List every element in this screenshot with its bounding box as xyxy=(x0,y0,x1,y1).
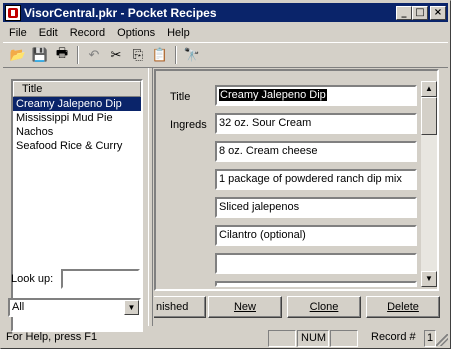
window-title: VisorCentral.pkr - Pocket Recipes xyxy=(24,5,217,20)
status-pane-empty xyxy=(330,330,358,347)
cut-icon[interactable]: ✂ xyxy=(105,45,127,65)
lookup-label: Look up: xyxy=(11,273,54,285)
ingredient-field[interactable] xyxy=(215,281,417,287)
menu-help[interactable]: Help xyxy=(161,27,196,39)
status-pane-empty xyxy=(268,330,296,347)
save-icon[interactable]: 💾 xyxy=(29,45,51,65)
panel-splitter[interactable] xyxy=(148,68,153,326)
list-item[interactable]: Seafood Rice & Curry xyxy=(13,139,141,153)
ingredients-label: Ingreds xyxy=(170,119,207,131)
title-field[interactable]: Creamy Jalepeno Dip xyxy=(215,85,417,106)
new-button-label: New xyxy=(233,301,256,313)
ingredient-field[interactable]: Sliced jalepenos xyxy=(215,197,417,218)
new-button[interactable]: New xyxy=(208,296,282,318)
status-help-text: For Help, press F1 xyxy=(6,331,98,343)
list-item[interactable]: Nachos xyxy=(13,125,141,139)
toolbar-separator xyxy=(175,46,177,64)
recipe-detail-panel: Title Creamy Jalepeno Dip Ingreds 32 oz.… xyxy=(154,69,439,291)
title-bar[interactable]: VisorCentral.pkr - Pocket Recipes _ □ × xyxy=(3,3,448,22)
app-icon[interactable] xyxy=(5,4,21,21)
ingredient-field[interactable]: 1 package of powdered ranch dip mix xyxy=(215,169,417,190)
close-button[interactable]: × xyxy=(430,5,446,20)
copy-icon[interactable]: ⎘ xyxy=(127,45,149,65)
scroll-down-icon[interactable]: ▼ xyxy=(421,271,437,287)
clone-button[interactable]: Clone xyxy=(287,296,361,318)
detail-scrollbar[interactable]: ▲ ▼ xyxy=(421,81,437,287)
minimize-button[interactable]: _ xyxy=(396,5,412,20)
menu-edit[interactable]: Edit xyxy=(33,27,64,39)
clone-button-label: Clone xyxy=(309,301,339,313)
toolbar-separator xyxy=(77,46,79,64)
scroll-thumb[interactable] xyxy=(421,97,437,135)
find-icon[interactable]: 🔭 xyxy=(181,45,203,65)
category-selected-value: All xyxy=(12,301,25,313)
status-num: NUM xyxy=(297,330,329,347)
status-bar: For Help, press F1 NUM Record # 1 xyxy=(3,329,449,347)
menu-options[interactable]: Options xyxy=(111,27,161,39)
resize-grip-icon[interactable] xyxy=(436,334,448,346)
menu-record[interactable]: Record xyxy=(64,27,111,39)
lookup-input[interactable] xyxy=(61,269,140,289)
open-folder-icon[interactable]: 📂 xyxy=(7,45,29,65)
maximize-button[interactable]: □ xyxy=(412,5,428,20)
title-label: Title xyxy=(170,91,191,103)
chevron-down-icon[interactable]: ▼ xyxy=(124,300,139,315)
recipe-list[interactable]: Title Creamy Jalepeno Dip Mississippi Mu… xyxy=(11,79,143,332)
paste-icon[interactable]: 📋 xyxy=(149,45,171,65)
ingredient-field[interactable] xyxy=(215,253,417,274)
undo-icon[interactable]: ↶ xyxy=(83,45,105,65)
list-column-header-title[interactable]: Title xyxy=(13,81,141,97)
title-field-value: Creamy Jalepeno Dip xyxy=(219,89,327,101)
toolbar: 📂 💾 🖶 ↶ ✂ ⎘ 📋 🔭 xyxy=(3,42,448,68)
menu-bar: File Edit Record Options Help xyxy=(3,23,448,42)
delete-button[interactable]: Delete xyxy=(366,296,440,318)
menu-file[interactable]: File xyxy=(3,27,33,39)
list-item[interactable]: Mississippi Mud Pie xyxy=(13,111,141,125)
finished-button[interactable]: nished xyxy=(154,296,206,318)
status-record-label: Record # xyxy=(371,331,416,343)
ingredient-field[interactable]: 32 oz. Sour Cream xyxy=(215,113,417,134)
ingredient-field[interactable]: Cilantro (optional) xyxy=(215,225,417,246)
print-icon[interactable]: 🖶 xyxy=(51,45,73,65)
status-record-number: 1 xyxy=(424,330,436,347)
category-select[interactable]: All ▼ xyxy=(8,298,141,317)
list-item[interactable]: Creamy Jalepeno Dip xyxy=(13,97,141,111)
delete-button-label: Delete xyxy=(387,301,419,313)
scroll-up-icon[interactable]: ▲ xyxy=(421,81,437,97)
app-window: VisorCentral.pkr - Pocket Recipes _ □ × … xyxy=(0,0,451,349)
ingredient-field[interactable]: 8 oz. Cream cheese xyxy=(215,141,417,162)
